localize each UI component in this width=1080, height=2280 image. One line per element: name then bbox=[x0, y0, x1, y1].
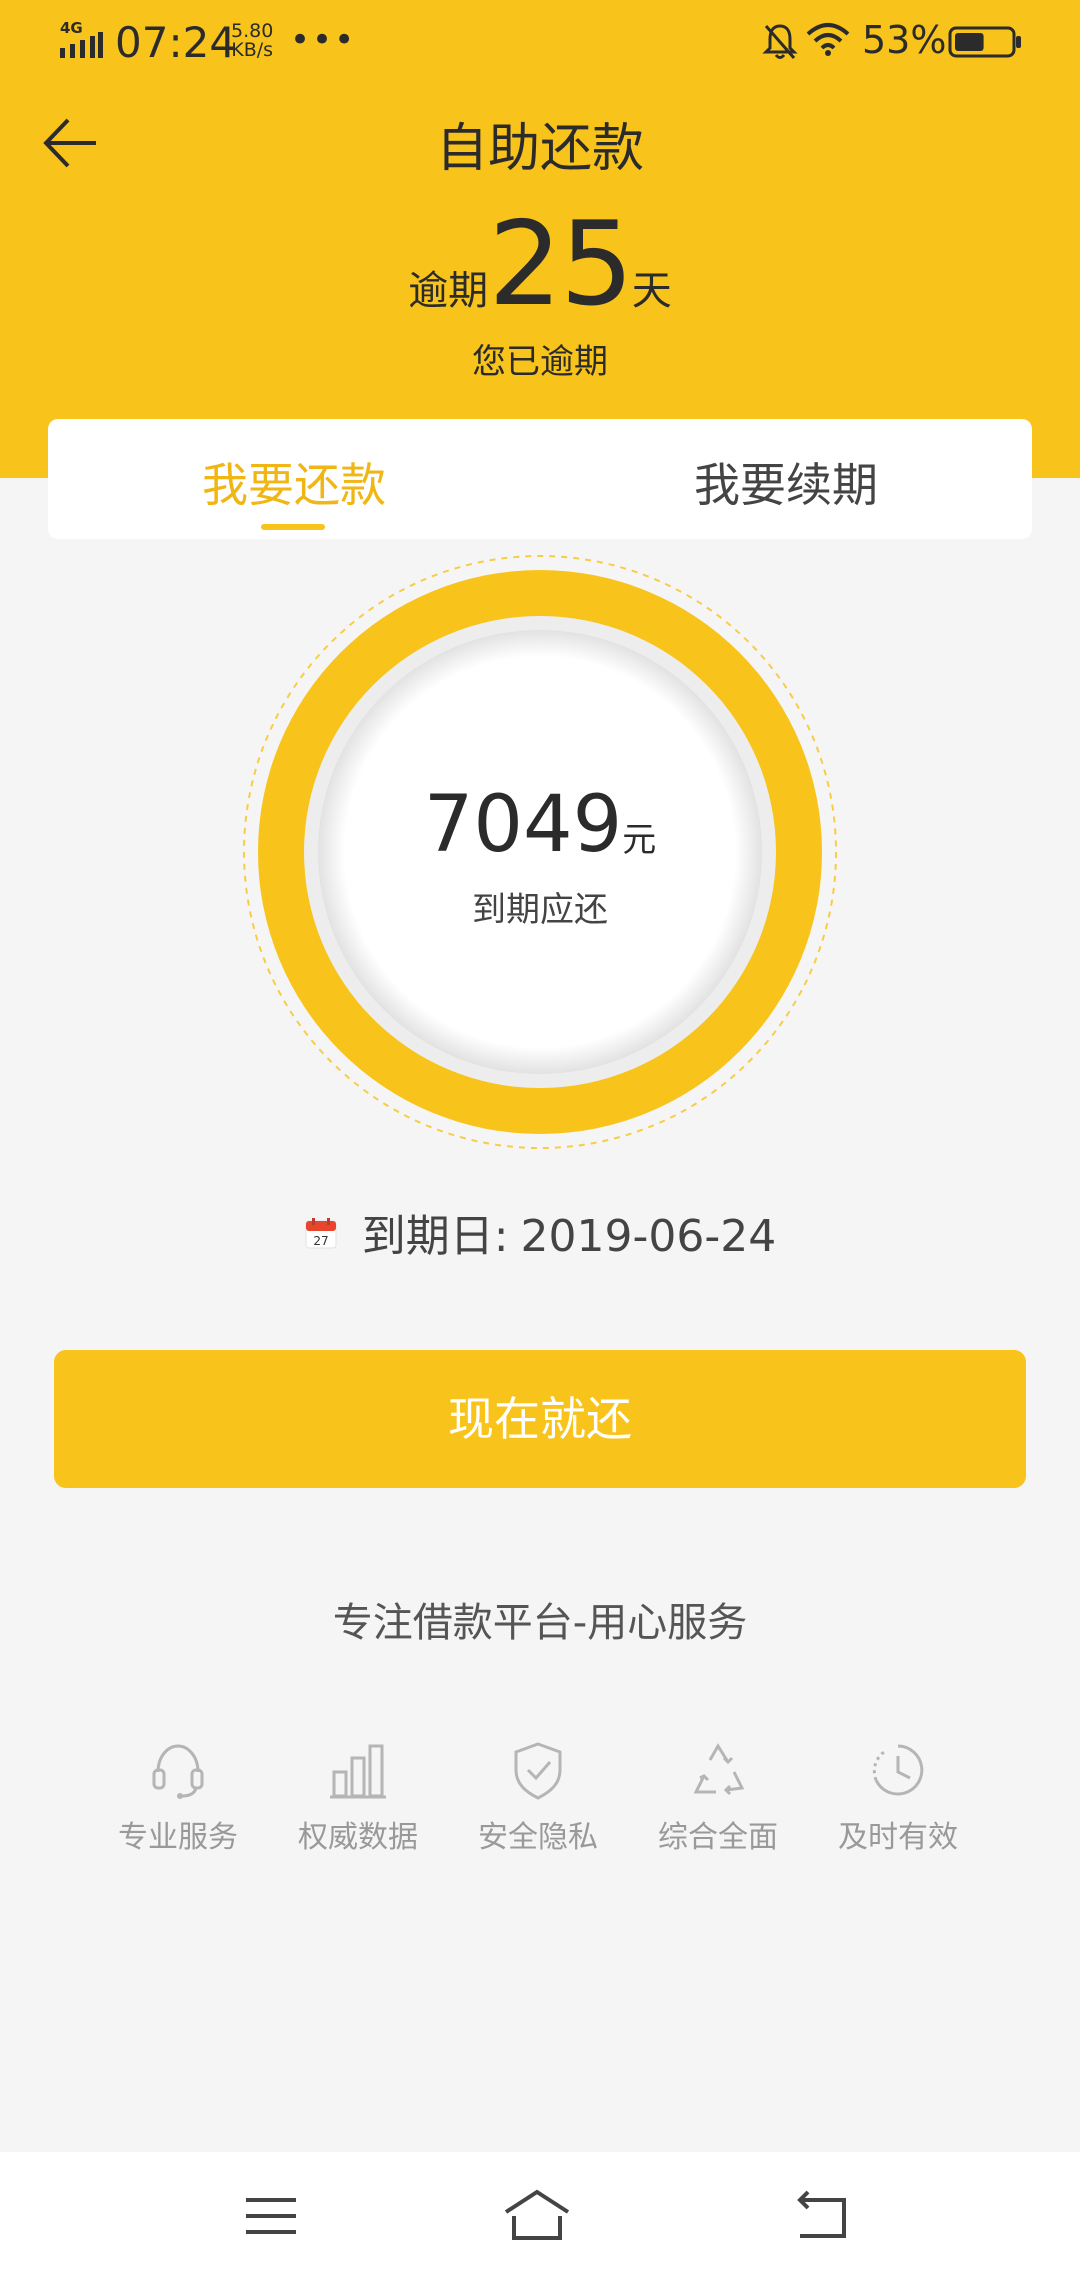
overdue-note: 您已逾期 bbox=[472, 342, 608, 382]
feature-timely-effective: 及时有效 bbox=[808, 1738, 988, 1856]
overdue-days-display: 逾期25天 bbox=[0, 207, 1080, 323]
recycle-icon bbox=[693, 1743, 745, 1796]
due-date-row: 27 到期日: 2019-06-24 bbox=[0, 1200, 1080, 1264]
bar-chart-icon bbox=[330, 1744, 386, 1799]
slogan-text: 专注借款平台-用心服务 bbox=[332, 1600, 748, 1646]
amount-due: 7049元 bbox=[240, 780, 840, 870]
feature-professional-service: 专业服务 bbox=[88, 1738, 268, 1856]
bell-muted-icon bbox=[762, 24, 798, 59]
more-notifications: ••• bbox=[290, 20, 357, 60]
calendar-icon: 27 bbox=[305, 1218, 337, 1249]
amount-unit: 元 bbox=[622, 820, 657, 860]
feature-label: 权威数据 bbox=[298, 1820, 418, 1855]
feature-label: 综合全面 bbox=[658, 1820, 778, 1855]
wifi-icon bbox=[806, 23, 850, 56]
battery-icon bbox=[948, 26, 1021, 58]
network-label: 4G bbox=[60, 20, 83, 37]
battery-percent: 53% bbox=[862, 18, 947, 62]
feature-label: 安全隐私 bbox=[478, 1820, 598, 1855]
overdue-days: 25 bbox=[488, 197, 634, 332]
overdue-prefix: 逾期 bbox=[408, 268, 489, 314]
due-date-value: 2019-06-24 bbox=[520, 1211, 777, 1262]
tab-repay[interactable]: 我要还款 bbox=[48, 419, 540, 539]
tab-renew[interactable]: 我要续期 bbox=[540, 419, 1032, 539]
feature-list: 专业服务 权威数据 安全隐私 综合全面 及时有效 bbox=[88, 1738, 992, 1858]
feature-label: 及时有效 bbox=[838, 1820, 958, 1855]
page-title: 自助还款 bbox=[435, 119, 644, 179]
status-bar: 4G 07:24 5.80 KB/s ••• 53% bbox=[0, 0, 1080, 84]
feature-security-privacy: 安全隐私 bbox=[448, 1738, 628, 1856]
back-nav-icon[interactable] bbox=[788, 2186, 858, 2246]
tab-bar: 我要还款 我要续期 bbox=[48, 419, 1032, 539]
active-tab-indicator bbox=[261, 524, 325, 530]
clock-icon bbox=[872, 1744, 924, 1796]
menu-icon[interactable] bbox=[236, 2186, 306, 2246]
due-date-label: 到期日: bbox=[361, 1211, 509, 1262]
home-icon[interactable] bbox=[502, 2186, 572, 2246]
speed-unit: KB/s bbox=[231, 39, 274, 61]
overdue-suffix: 天 bbox=[631, 268, 672, 314]
network-speed: 5.80 KB/s bbox=[231, 22, 273, 60]
feature-comprehensive: 综合全面 bbox=[628, 1738, 808, 1856]
system-nav-bar bbox=[0, 2152, 1080, 2280]
clock-time: 07:24 bbox=[115, 18, 237, 67]
headset-icon bbox=[152, 1744, 204, 1799]
amount-label: 到期应还 bbox=[472, 890, 608, 930]
shield-check-icon bbox=[514, 1742, 562, 1800]
signal-icon: 4G bbox=[60, 20, 103, 58]
calendar-day: 27 bbox=[313, 1234, 328, 1248]
feature-label: 专业服务 bbox=[118, 1820, 238, 1855]
amount-value: 7049 bbox=[423, 780, 623, 870]
feature-authoritative-data: 权威数据 bbox=[268, 1738, 448, 1856]
pay-now-button[interactable]: 现在就还 bbox=[54, 1350, 1026, 1488]
amount-ring: 7049元 到期应还 bbox=[240, 552, 840, 1152]
